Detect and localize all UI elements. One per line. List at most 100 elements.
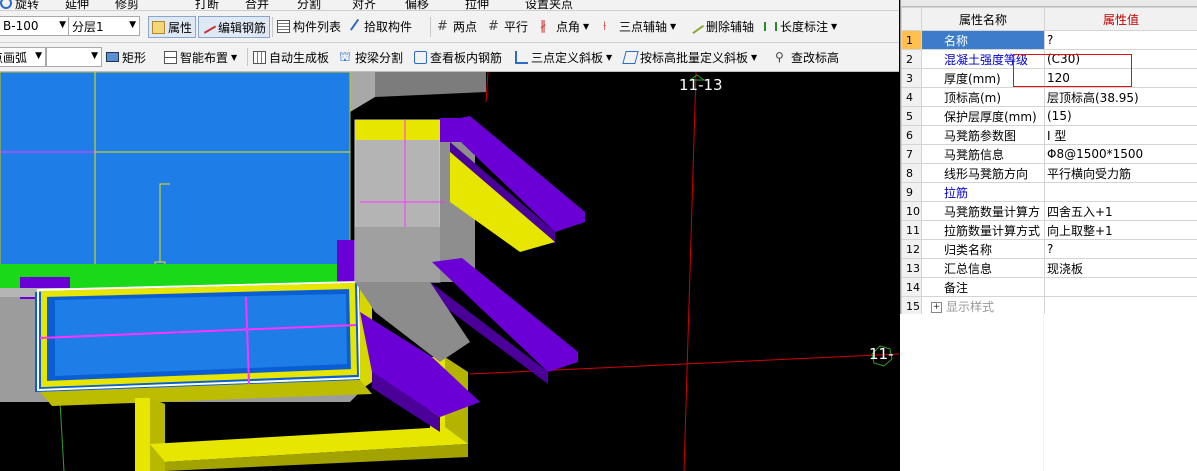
smart-layout-button[interactable]: 智能布置 ▼ xyxy=(164,43,237,71)
break-label: 打断 xyxy=(195,0,220,11)
expand-icon[interactable]: + xyxy=(931,301,942,313)
property-value[interactable]: (15) xyxy=(1044,106,1197,126)
property-value[interactable]: 平行横向受力筋 xyxy=(1044,163,1197,183)
table-row[interactable]: 9 拉筋 xyxy=(901,182,1197,202)
property-name: 混凝土强度等级 xyxy=(921,49,1045,69)
row-number: 10 xyxy=(901,201,922,221)
align-label: 对齐 xyxy=(352,0,377,11)
table-row[interactable]: 6 马凳筋参数图 I 型 xyxy=(901,125,1197,145)
row-number: 3 xyxy=(901,68,922,88)
row-number: 11 xyxy=(901,220,922,240)
table-row[interactable]: 3 厚度(mm) 120 xyxy=(901,68,1197,88)
table-row[interactable]: 8 线形马凳筋方向 平行横向受力筋 xyxy=(901,163,1197,183)
align-button[interactable]: 对齐 xyxy=(352,0,377,11)
view-slab-rebar-button[interactable]: 查看板内钢筋 xyxy=(414,43,502,71)
property-name: 归类名称 xyxy=(921,239,1045,259)
property-value[interactable] xyxy=(1044,277,1197,297)
property-value[interactable]: I 型 xyxy=(1044,125,1197,145)
split-button[interactable]: 分割 xyxy=(297,0,321,10)
trim-button[interactable]: 修剪 xyxy=(115,0,140,11)
modify-elevation-label: 查改标高 xyxy=(791,50,840,65)
property-value[interactable]: 层顶标高(38.95) xyxy=(1044,87,1197,107)
rectangle-button[interactable]: 矩形 xyxy=(106,43,146,71)
offset-label: 偏移 xyxy=(405,0,430,11)
two-points-button[interactable]: # 两点 xyxy=(437,11,477,42)
property-name-label: 显示样式 xyxy=(946,299,995,314)
chevron-down-icon: ▼ xyxy=(606,52,613,62)
row-number: 15 xyxy=(901,296,922,316)
trim-label: 修剪 xyxy=(115,0,140,11)
auto-generate-slab-button[interactable]: 自动生成板 xyxy=(253,43,329,71)
property-value[interactable] xyxy=(1044,182,1197,202)
table-row[interactable]: 12 归类名称? xyxy=(901,239,1197,259)
table-row[interactable]: 13 汇总信息 现浇板 xyxy=(901,258,1197,278)
property-name: 保护层厚度(mm) xyxy=(921,106,1045,126)
split-by-beam-button[interactable]: ⛫ 按梁分割 xyxy=(339,43,403,71)
arc-mode-select[interactable]: 点画弧 ▼ xyxy=(0,47,46,67)
pick-component-button[interactable]: 拾取构件 xyxy=(349,11,413,42)
option-select[interactable]: ▼ xyxy=(46,47,102,67)
table-row[interactable]: 10 马凳筋数量计算方 四舍五入+1 xyxy=(901,201,1197,221)
property-value[interactable]: Φ8@1500*1500 xyxy=(1044,144,1197,164)
table-row[interactable]: 5 保护层厚度(mm) (15) xyxy=(901,106,1197,126)
batch-slope-button[interactable]: 按标高批量定义斜板 ▼ xyxy=(622,43,757,71)
break-button[interactable]: 打断 xyxy=(195,0,220,11)
separator xyxy=(272,17,273,37)
offset-button[interactable]: 偏移 xyxy=(405,0,430,11)
table-row[interactable]: 11 拉筋数量计算方式 向上取整+1 xyxy=(901,220,1197,240)
column xyxy=(375,72,486,97)
table-row[interactable]: 14 备注 xyxy=(901,277,1197,297)
table-row[interactable]: 1 名称? xyxy=(901,30,1197,50)
property-value[interactable]: 120 xyxy=(1044,68,1197,88)
table-row[interactable]: 15 + 显示样式 xyxy=(901,296,1197,316)
three-point-aux-button[interactable]: ⟊ 三点辅轴 ▼ xyxy=(603,11,676,42)
parallel-button[interactable]: # 平行 xyxy=(488,11,528,42)
chevron-down-icon: ▼ xyxy=(831,22,838,31)
delete-aux-button[interactable]: 删除辅轴 xyxy=(688,11,754,42)
point-angle-icon: ∦ xyxy=(540,19,547,34)
rotate-button[interactable]: 旋转 xyxy=(0,0,39,10)
set-grip-label: 设置夹点 xyxy=(525,0,574,11)
modify-elevation-button[interactable]: ⚲ 查改标高 xyxy=(775,43,839,71)
table-row[interactable]: 2 混凝土强度等级 (C30) xyxy=(901,49,1197,69)
separator xyxy=(430,17,431,37)
layer-select[interactable]: 分层1 ▼ xyxy=(68,16,140,36)
split-by-beam-label: 按梁分割 xyxy=(355,50,404,65)
merge-button[interactable]: 合并 xyxy=(245,0,270,11)
property-value[interactable]: 向上取整+1 xyxy=(1044,220,1197,240)
three-point-slope-button[interactable]: 三点定义斜板 ▼ xyxy=(515,43,612,71)
stretch-button[interactable]: 拉伸 xyxy=(465,0,489,10)
property-value[interactable] xyxy=(1044,296,1197,316)
edit-rebar-button[interactable]: 编辑钢筋 xyxy=(198,16,271,38)
row-number-header xyxy=(901,7,922,31)
3d-viewport[interactable]: 11-13 11- xyxy=(0,72,899,471)
properties-button[interactable]: 属性 xyxy=(148,16,197,38)
rotate-icon xyxy=(0,0,12,9)
component-list-button[interactable]: 构件列表 xyxy=(277,11,341,42)
batch-slope-icon xyxy=(622,50,639,64)
property-name: 顶标高(m) xyxy=(921,87,1045,107)
merge-label: 合并 xyxy=(245,0,270,11)
length-dim-button[interactable]: 长度标注 ▼ xyxy=(764,11,837,42)
properties-label: 属性 xyxy=(168,20,193,35)
property-value[interactable]: ? xyxy=(1044,239,1197,259)
chevron-down-icon: ▼ xyxy=(59,20,66,30)
row-number: 1 xyxy=(901,30,922,50)
set-grip-button[interactable]: 设置夹点 xyxy=(525,0,574,11)
property-value[interactable]: (C30) xyxy=(1044,49,1197,69)
table-row[interactable]: 4 顶标高(m) 层顶标高(38.95) xyxy=(901,87,1197,107)
chevron-down-icon: ▼ xyxy=(129,20,136,30)
point-angle-button[interactable]: ∦ 点角 ▼ xyxy=(540,11,589,42)
extend-button[interactable]: 延伸 xyxy=(65,0,89,10)
app-window: 旋转 延伸 修剪 打断 合并 分割 对齐 偏移 拉伸 设置夹点 B-100 ▼ … xyxy=(0,0,1197,471)
table-row[interactable]: 7 马凳筋信息 Φ8@1500*1500 xyxy=(901,144,1197,164)
wall-cap xyxy=(355,120,440,140)
property-value[interactable]: ? xyxy=(1044,30,1197,50)
pick-component-label: 拾取构件 xyxy=(364,20,413,34)
arc-mode-value: 点画弧 xyxy=(0,50,28,65)
component-select-value: B-100 xyxy=(3,19,39,33)
property-value[interactable]: 现浇板 xyxy=(1044,258,1197,278)
property-value[interactable]: 四舍五入+1 xyxy=(1044,201,1197,221)
grid-line xyxy=(683,72,697,471)
component-select[interactable]: B-100 ▼ xyxy=(0,16,70,36)
